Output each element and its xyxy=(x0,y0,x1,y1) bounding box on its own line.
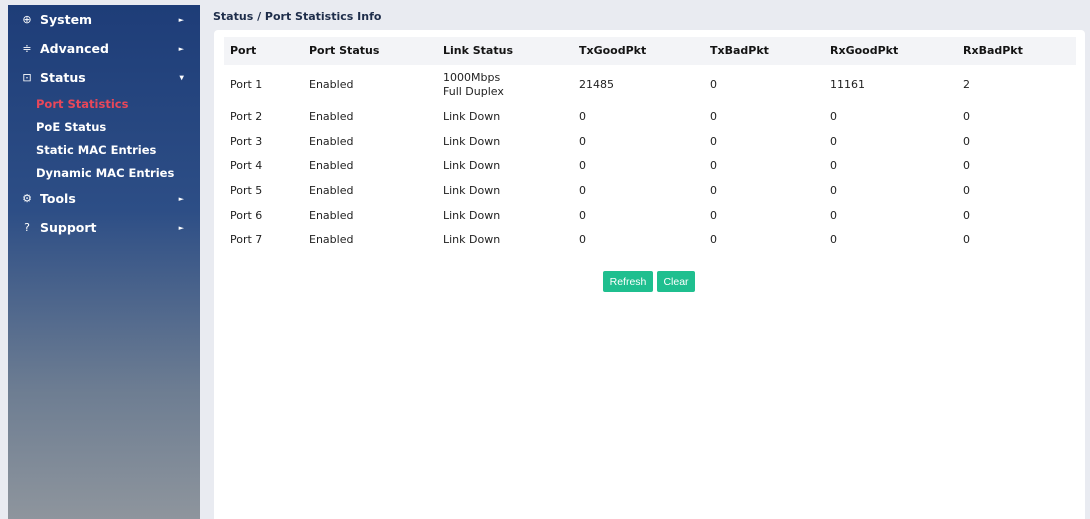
table-cell: 0 xyxy=(579,134,586,148)
help-icon: ? xyxy=(24,221,30,234)
sidebar: ⊕ System ► ≑ Advanced ► ⊡ Status ▼ Port … xyxy=(8,5,200,519)
table-cell: Enabled xyxy=(309,159,354,173)
breadcrumb: Status / Port Statistics Info xyxy=(213,10,382,23)
table-cell: 0 xyxy=(579,233,586,247)
table-cell: 21485 xyxy=(579,78,614,91)
nav-advanced[interactable]: ≑ Advanced ► xyxy=(8,34,200,63)
refresh-button[interactable]: Refresh xyxy=(603,271,653,292)
table-cell: Port 1 xyxy=(230,78,263,91)
table-cell: Enabled xyxy=(309,134,354,148)
table-cell: Port 2 xyxy=(230,110,263,124)
table-cell: 0 xyxy=(579,208,586,222)
table-cell: 11161 xyxy=(830,78,865,91)
table-cell: 0 xyxy=(710,78,717,91)
nav-advanced-label: Advanced xyxy=(40,41,109,56)
table-cell: Enabled xyxy=(309,110,354,124)
chevron-right-icon: ► xyxy=(178,194,184,203)
nav-support-label: Support xyxy=(40,220,97,235)
column-header: RxBadPkt xyxy=(963,44,1023,57)
table-cell: 0 xyxy=(579,184,586,198)
table-cell: 0 xyxy=(830,208,837,222)
table-cell: 0 xyxy=(710,134,717,148)
table-cell: Link Down xyxy=(443,110,501,124)
table-cell: 0 xyxy=(710,184,717,198)
nav-static-mac-entries[interactable]: Static MAC Entries xyxy=(8,138,200,161)
table-cell: Port 6 xyxy=(230,208,263,222)
table-cell: 0 xyxy=(579,110,586,124)
chevron-right-icon: ► xyxy=(178,15,184,24)
nav-system[interactable]: ⊕ System ► xyxy=(8,5,200,34)
table-cell: Enabled xyxy=(309,233,354,247)
table-cell: Enabled xyxy=(309,184,354,198)
table-row: Port 7 Enabled Link Down 0 0 0 0 xyxy=(224,228,1076,253)
table-cell: Enabled xyxy=(309,78,354,91)
column-header: Link Status xyxy=(443,44,513,57)
table-cell: 0 xyxy=(710,110,717,124)
table-cell: 0 xyxy=(830,134,837,148)
nav-tools-label: Tools xyxy=(40,191,76,206)
column-header: TxBadPkt xyxy=(710,44,769,57)
table-cell: 0 xyxy=(830,110,837,124)
table-row: Port 2 Enabled Link Down 0 0 0 0 xyxy=(224,105,1076,130)
clear-button[interactable]: Clear xyxy=(657,271,695,292)
table-cell: 0 xyxy=(579,159,586,173)
table-cell: Link Down xyxy=(443,184,501,198)
content-panel: Port Port Status Link Status TxGoodPkt T… xyxy=(214,30,1085,519)
nav-system-label: System xyxy=(40,12,93,27)
table-cell: Port 3 xyxy=(230,134,263,148)
monitor-icon: ⊡ xyxy=(22,71,32,84)
table-cell: Port 4 xyxy=(230,159,263,173)
nav-status[interactable]: ⊡ Status ▼ xyxy=(8,63,200,92)
table-cell: 0 xyxy=(710,208,717,222)
table-cell: 0 xyxy=(830,233,837,247)
nav-status-label: Status xyxy=(40,70,86,85)
table-cell: Link Down xyxy=(443,159,501,173)
table-cell: 0 xyxy=(963,184,970,198)
table-cell: 2 xyxy=(963,78,970,91)
table-cell: Link Down xyxy=(443,233,501,247)
table-row: Port 4 Enabled Link Down 0 0 0 0 xyxy=(224,154,1076,179)
nav-tools[interactable]: ⚙ Tools ► xyxy=(8,184,200,213)
chevron-right-icon: ► xyxy=(178,223,184,232)
table-cell: 0 xyxy=(963,110,970,124)
column-header: TxGoodPkt xyxy=(579,44,647,57)
column-header: Port Status xyxy=(309,44,380,57)
table-cell: 0 xyxy=(963,159,970,173)
table-row: Port 6 Enabled Link Down 0 0 0 0 xyxy=(224,203,1076,228)
table-header: Port Port Status Link Status TxGoodPkt T… xyxy=(224,37,1076,65)
table-cell: Enabled xyxy=(309,208,354,222)
globe-icon: ⊕ xyxy=(22,13,32,26)
table-cell: 0 xyxy=(963,233,970,247)
table-row: Port 3 Enabled Link Down 0 0 0 0 xyxy=(224,130,1076,155)
link-speed-text: 1000Mbps xyxy=(443,71,501,84)
nav-dynamic-mac-entries[interactable]: Dynamic MAC Entries xyxy=(8,161,200,184)
table-cell: 0 xyxy=(710,233,717,247)
gear-icon: ⚙ xyxy=(22,192,32,205)
table-cell: Port 7 xyxy=(230,233,263,247)
table-cell: 0 xyxy=(963,134,970,148)
table-row: Port 1 Enabled 1000Mbps Full Duplex 2148… xyxy=(224,65,1076,105)
table-cell: 0 xyxy=(830,184,837,198)
chevron-right-icon: ► xyxy=(178,44,184,53)
table-cell: 0 xyxy=(963,208,970,222)
table-cell: Link Down xyxy=(443,134,501,148)
port-statistics-table: Port Port Status Link Status TxGoodPkt T… xyxy=(224,37,1076,253)
table-cell: 1000Mbps Full Duplex xyxy=(437,71,573,99)
table-cell: 0 xyxy=(710,159,717,173)
column-header: Port xyxy=(230,44,257,57)
sliders-icon: ≑ xyxy=(22,42,32,55)
nav-port-statistics[interactable]: Port Statistics xyxy=(8,92,200,115)
table-cell: Port 5 xyxy=(230,184,263,198)
table-cell: Link Down xyxy=(443,208,501,222)
link-duplex-text: Full Duplex xyxy=(443,85,504,98)
action-buttons: Refresh Clear xyxy=(603,271,695,292)
table-cell: 0 xyxy=(830,159,837,173)
column-header: RxGoodPkt xyxy=(830,44,899,57)
table-row: Port 5 Enabled Link Down 0 0 0 0 xyxy=(224,179,1076,204)
nav-poe-status[interactable]: PoE Status xyxy=(8,115,200,138)
nav-support[interactable]: ? Support ► xyxy=(8,213,200,242)
chevron-down-icon: ▼ xyxy=(179,74,184,81)
